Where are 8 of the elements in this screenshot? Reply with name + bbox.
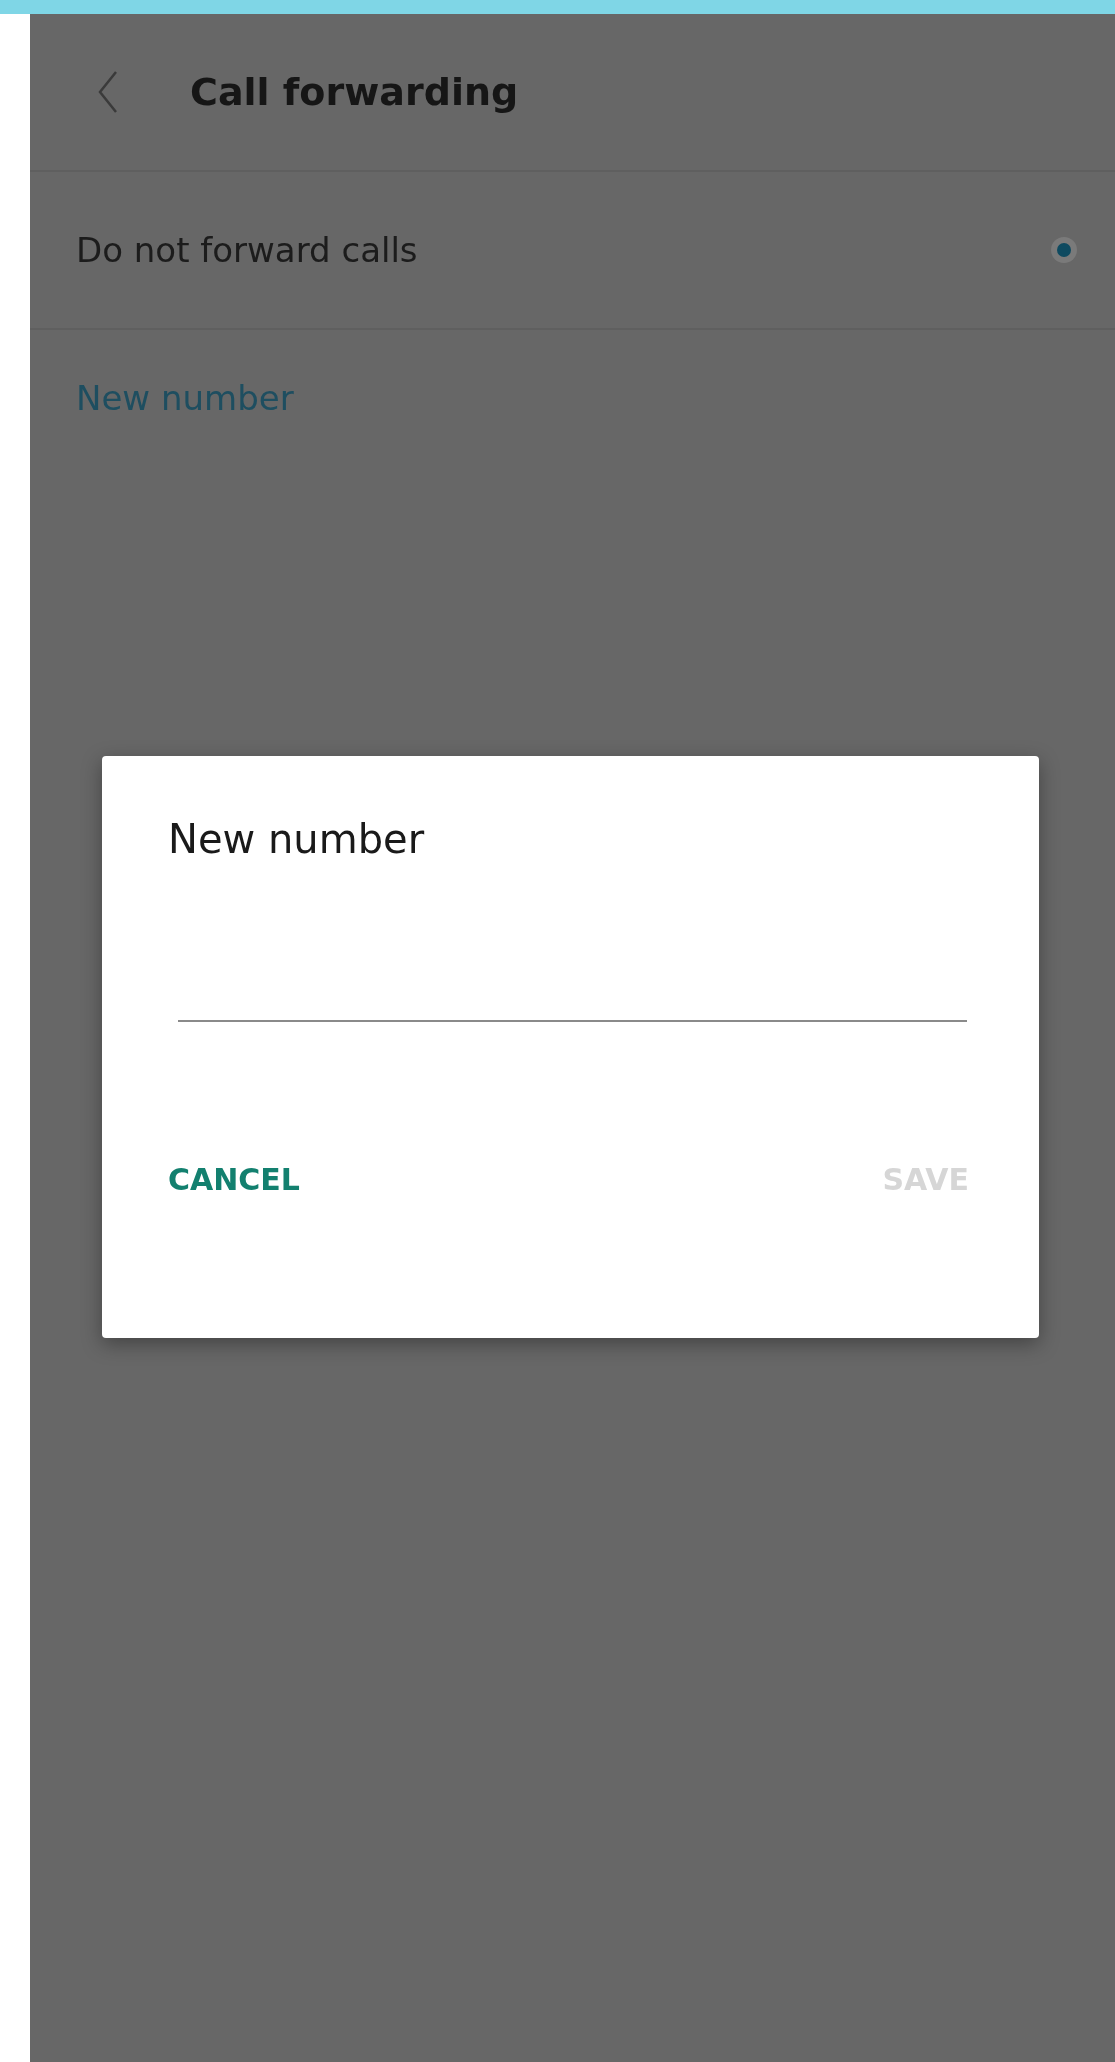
radio-button[interactable] — [1051, 237, 1077, 263]
dialog-title: New number — [168, 816, 426, 862]
dialog-button[interactable]: CANCEL — [168, 1162, 300, 1197]
back-icon[interactable] — [96, 70, 120, 114]
option-row[interactable]: Do not forward calls — [30, 172, 1115, 330]
new-number-link[interactable]: New number — [76, 378, 294, 418]
option-label: Do not forward calls — [76, 230, 418, 270]
screen-title: Call forwarding — [190, 70, 519, 114]
